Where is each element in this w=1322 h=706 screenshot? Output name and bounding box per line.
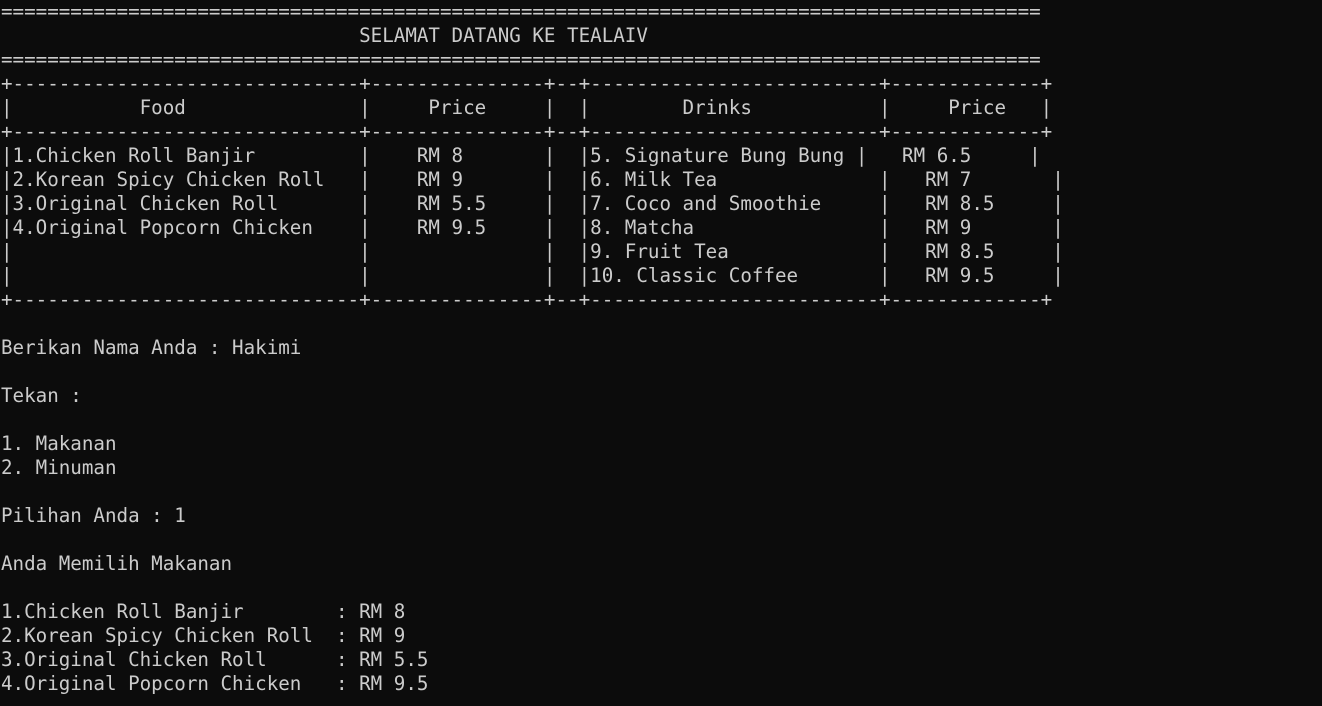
terminal-blank-line [1, 576, 1322, 600]
menu-table-header: | Food | Price | | Drinks | Price | [1, 96, 1053, 119]
option-drinks: 2. Minuman [1, 456, 117, 479]
terminal-blank-line [1, 408, 1322, 432]
menu-table-border-top: +------------------------------+--------… [1, 72, 1053, 95]
food-list-item: 2.Korean Spicy Chicken Roll : RM 9 [1, 624, 406, 647]
press-prompt: Tekan : [1, 384, 82, 407]
terminal-line-banner-bottom: ========================================… [1, 48, 1041, 71]
name-prompt: Berikan Nama Anda : Hakimi [1, 336, 302, 359]
menu-table-row: |3.Original Chicken Roll | RM 5.5 | |7. … [1, 192, 1064, 215]
menu-table-row: |1.Chicken Roll Banjir | RM 8 | |5. Sign… [1, 144, 1041, 167]
food-list-item: 3.Original Chicken Roll : RM 5.5 [1, 648, 429, 671]
menu-table-row: | | | |9. Fruit Tea | RM 8.5 | [1, 240, 1064, 263]
terminal-blank-line [1, 480, 1322, 504]
choice-prompt: Pilihan Anda : 1 [1, 504, 186, 527]
menu-table-row: |2.Korean Spicy Chicken Roll | RM 9 | |6… [1, 168, 1064, 191]
menu-table-row: |4.Original Popcorn Chicken | RM 9.5 | |… [1, 216, 1064, 239]
option-food: 1. Makanan [1, 432, 117, 455]
terminal-line-welcome-title: SELAMAT DATANG KE TEALAIV [1, 24, 648, 47]
terminal-blank-line [1, 528, 1322, 552]
menu-table-row: | | | |10. Classic Coffee | RM 9.5 | [1, 264, 1064, 287]
food-list-item: 1.Chicken Roll Banjir : RM 8 [1, 600, 406, 623]
terminal-window[interactable]: ========================================… [0, 0, 1322, 706]
menu-table-border-header: +------------------------------+--------… [1, 120, 1053, 143]
terminal-blank-line [1, 360, 1322, 384]
menu-table-border-bottom: +------------------------------+--------… [1, 288, 1053, 311]
terminal-blank-line [1, 312, 1322, 336]
food-list-item: 4.Original Popcorn Chicken : RM 9.5 [1, 672, 429, 695]
selection-message: Anda Memilih Makanan [1, 552, 233, 575]
terminal-line-banner-top: ========================================… [1, 0, 1041, 23]
